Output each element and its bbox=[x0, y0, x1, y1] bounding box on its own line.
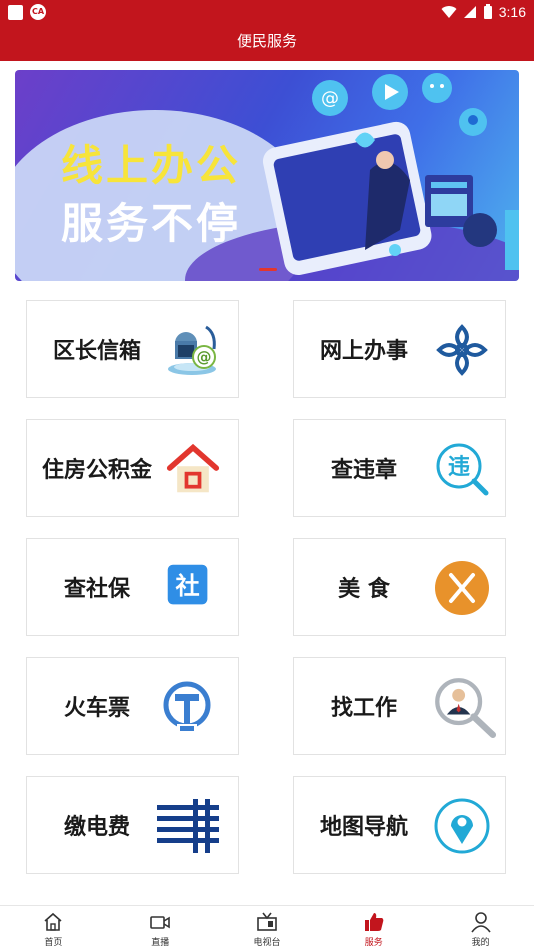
knot-icon bbox=[436, 324, 488, 376]
service-card-train-ticket[interactable]: 火车票 bbox=[26, 657, 239, 755]
tab-tv[interactable]: 电视台 bbox=[214, 906, 321, 950]
clock: 3:16 bbox=[498, 4, 526, 20]
service-card-electricity[interactable]: 缴电费 bbox=[26, 776, 239, 874]
power-grid-icon bbox=[157, 799, 219, 853]
home-icon bbox=[44, 912, 62, 931]
service-card-housing-fund[interactable]: 住房公积金 bbox=[26, 419, 239, 517]
tab-mine[interactable]: 我的 bbox=[427, 906, 534, 950]
banner-illustration: @ bbox=[262, 73, 519, 276]
violation-search-icon: 违 bbox=[436, 443, 489, 496]
person-icon bbox=[470, 912, 491, 933]
svg-text:社: 社 bbox=[175, 572, 199, 600]
bottom-tab-bar: 首页 直播 电视台 服务 我的 bbox=[0, 905, 534, 950]
tab-label: 首页 bbox=[44, 938, 63, 948]
service-card-social-security[interactable]: 查社保 社 bbox=[26, 538, 239, 636]
fork-knife-icon bbox=[435, 561, 489, 615]
tab-home[interactable]: 首页 bbox=[0, 906, 107, 950]
page-title: 便民服务 bbox=[0, 25, 534, 61]
svg-text:违: 违 bbox=[448, 454, 470, 480]
service-card-food[interactable]: 美 食 bbox=[293, 538, 506, 636]
service-label: 住房公积金 bbox=[41, 457, 152, 483]
service-label: 区长信箱 bbox=[52, 338, 141, 364]
promo-banner[interactable]: @ 线上办公 服务不停 bbox=[15, 70, 519, 281]
service-card-mailbox[interactable]: 区长信箱 @ bbox=[26, 300, 239, 398]
service-card-map[interactable]: 地图导航 bbox=[293, 776, 506, 874]
status-bar: CA 3:16 bbox=[0, 0, 534, 25]
svg-text:@: @ bbox=[197, 348, 212, 366]
tab-service[interactable]: 服务 bbox=[320, 906, 427, 950]
service-label: 查违章 bbox=[330, 457, 397, 483]
service-card-violation[interactable]: 查违章 违 bbox=[293, 419, 506, 517]
tv-icon bbox=[257, 912, 277, 931]
service-label: 美 食 bbox=[338, 576, 390, 602]
carousel-indicator[interactable] bbox=[259, 268, 277, 271]
tab-label: 电视台 bbox=[253, 938, 281, 948]
app-notification-icon bbox=[8, 5, 23, 20]
map-pin-icon bbox=[434, 798, 490, 854]
battery-icon bbox=[483, 4, 492, 19]
tab-label: 服务 bbox=[364, 938, 383, 948]
tab-live[interactable]: 直播 bbox=[107, 906, 214, 950]
service-label: 缴电费 bbox=[63, 814, 130, 840]
ca-notification-icon: CA bbox=[30, 4, 46, 20]
tab-label: 直播 bbox=[151, 938, 170, 948]
signal-icon bbox=[463, 6, 476, 18]
service-card-online-affairs[interactable]: 网上办事 bbox=[293, 300, 506, 398]
service-card-jobs[interactable]: 找工作 bbox=[293, 657, 506, 755]
job-search-icon bbox=[435, 678, 497, 738]
service-label: 查社保 bbox=[63, 576, 130, 602]
thumbs-up-icon bbox=[364, 913, 384, 931]
service-label: 火车票 bbox=[63, 695, 130, 721]
banner-headline: 线上办公 bbox=[61, 141, 242, 190]
svg-text:@: @ bbox=[321, 88, 339, 109]
service-label: 找工作 bbox=[330, 695, 397, 721]
wifi-icon bbox=[441, 6, 457, 19]
service-label: 地图导航 bbox=[319, 814, 408, 840]
video-camera-icon bbox=[150, 916, 170, 929]
house-icon bbox=[166, 443, 220, 493]
status-right: 3:16 bbox=[441, 3, 526, 21]
banner-subheadline: 服务不停 bbox=[61, 199, 242, 248]
mailbox-at-icon: @ bbox=[168, 325, 216, 375]
service-label: 网上办事 bbox=[319, 338, 408, 364]
social-security-icon: 社 bbox=[167, 564, 208, 605]
tab-label: 我的 bbox=[471, 938, 490, 948]
railway-logo-icon bbox=[163, 681, 211, 731]
